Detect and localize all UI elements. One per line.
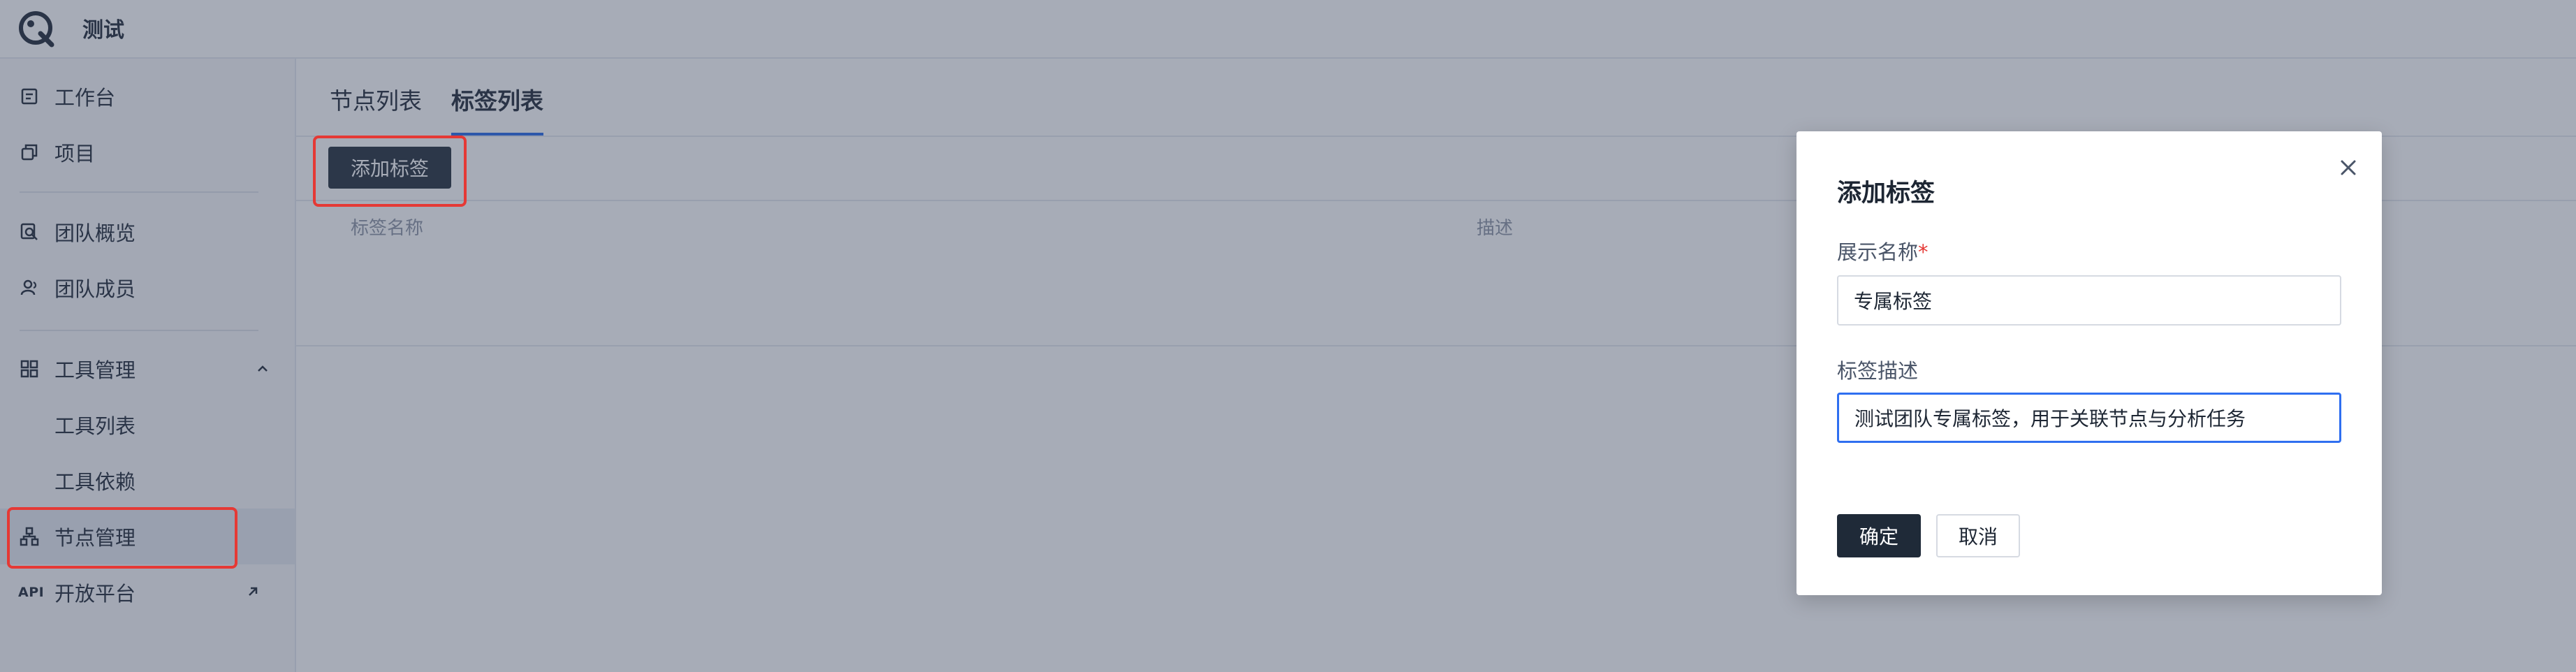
highlight-node-management	[7, 507, 237, 569]
display-name-label: 展示名称*	[1837, 236, 1929, 265]
display-name-input[interactable]	[1837, 275, 2341, 326]
dialog-title: 添加标签	[1837, 180, 1935, 207]
tag-description-input[interactable]	[1837, 393, 2341, 443]
cancel-button[interactable]: 取消	[1936, 514, 2020, 557]
highlight-add-tag-button	[313, 136, 467, 207]
confirm-button[interactable]: 确定	[1837, 514, 1921, 557]
required-mark: *	[1918, 240, 1929, 264]
app-root: 测试 工作台 项目 团队概览 团队成员 工具管理 工具列表 工具依赖 节点管理 …	[0, 0, 2576, 672]
display-name-label-text: 展示名称	[1837, 240, 1919, 264]
add-tag-dialog: 添加标签 展示名称* 标签描述 确定 取消	[1796, 131, 2382, 595]
tag-description-label: 标签描述	[1837, 359, 1919, 383]
close-icon[interactable]	[2336, 155, 2361, 180]
